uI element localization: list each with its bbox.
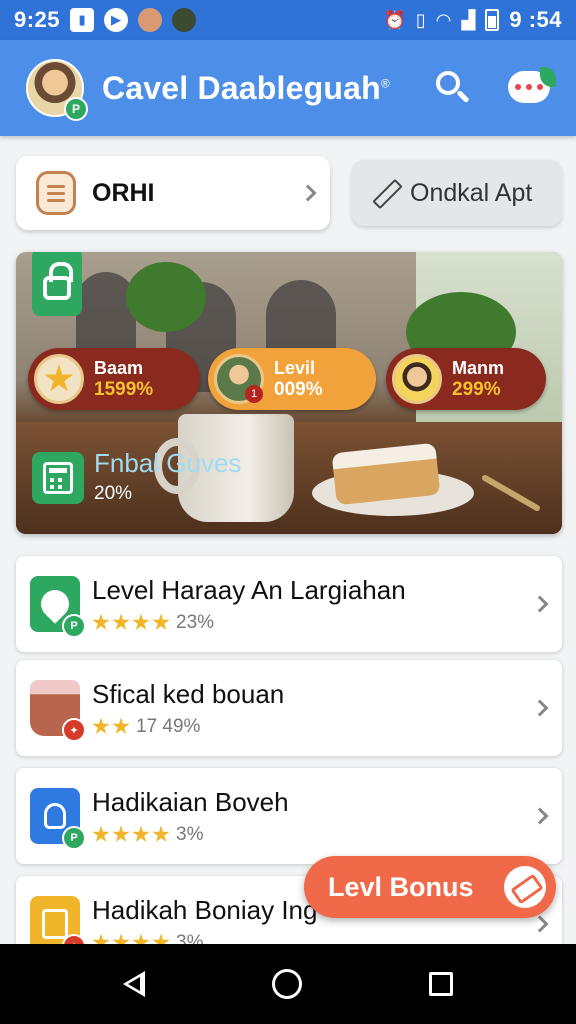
app-title-mark: ®: [380, 75, 390, 90]
orhi-button[interactable]: ORHI: [16, 156, 330, 230]
star-icon: [92, 717, 110, 734]
star-icon: [112, 613, 130, 630]
hero-caption: Fnbal Guves 20%: [94, 448, 241, 505]
hero-banner[interactable]: Baam 1599% 1 Levil 009% Manm 299% Fnbal …: [16, 252, 562, 534]
hero-plant: [126, 262, 206, 332]
signal-icon: ▟: [461, 9, 476, 30]
star-rating: 23%: [92, 612, 406, 634]
vibrate-icon: ▯: [415, 9, 426, 30]
pill-name: Manm: [452, 358, 505, 378]
status-time: 9:25: [14, 7, 61, 32]
ondkal-apt-button[interactable]: Ondkal Apt: [352, 160, 562, 226]
avatar-icon: [172, 8, 197, 32]
actions-row: ORHI Ondkal Apt: [16, 156, 562, 230]
back-icon[interactable]: [123, 971, 146, 997]
status-bar: 9:25 ▮ ▶ ⏰ ▯ ◠ ▟ 9 :54: [0, 0, 576, 40]
star-icon: [112, 825, 130, 842]
item-title: Hadikah Boniay Ing: [92, 894, 318, 925]
item-title: Sfical ked bouan: [92, 678, 285, 709]
star-icon: [112, 717, 130, 734]
notes-icon: [42, 909, 68, 939]
profile-avatar[interactable]: P: [26, 59, 88, 121]
sim-card-icon: ▮: [70, 8, 95, 32]
list-item[interactable]: P Level Haraay An Largiahan 23%: [16, 556, 562, 652]
pill-name: Levil: [274, 358, 316, 378]
avatar-icon: [138, 8, 163, 32]
item-thumbnail: ✦: [30, 680, 86, 742]
status-clock: 9 :54: [509, 7, 562, 32]
app-bar: P Cavel Daableguah®: [0, 40, 576, 136]
item-pct: 17 49%: [136, 715, 201, 737]
lock-icon: [43, 262, 73, 300]
pill-badge: 1: [245, 385, 263, 403]
star-icon: [132, 825, 150, 842]
pill-name: Baam: [94, 358, 144, 378]
home-icon[interactable]: [271, 969, 302, 999]
item-thumbnail: P: [30, 788, 86, 850]
lock-button[interactable]: [32, 252, 82, 316]
battery-icon: [485, 9, 500, 31]
wifi-icon: ◠: [435, 9, 452, 30]
level-bonus-label: Levl Bonus: [328, 871, 474, 902]
hero-pill-baam[interactable]: Baam 1599%: [28, 348, 200, 410]
avatar: [392, 354, 442, 404]
play-icon: ▶: [104, 8, 129, 32]
star-rating: 17 49%: [92, 716, 284, 738]
item-badge: P: [62, 614, 86, 638]
lightbulb-icon: [44, 803, 66, 829]
pill-value: 009%: [274, 379, 323, 400]
level-bonus-button[interactable]: Levl Bonus: [304, 856, 556, 918]
document-icon: [36, 171, 76, 215]
star-icon: [92, 825, 110, 842]
hero-caption-pct: 20%: [94, 483, 133, 504]
calculator-button[interactable]: [32, 452, 84, 504]
pencil-icon: [372, 180, 398, 206]
chevron-right-icon: [531, 699, 549, 717]
hero-caption-title: Fnbal Guves: [94, 448, 242, 478]
avatar-badge: P: [64, 97, 88, 121]
chevron-right-icon: [531, 915, 549, 933]
list-item[interactable]: P Hadikaian Boveh 3%: [16, 768, 562, 864]
item-badge: ✦: [62, 718, 86, 742]
system-nav-bar: [0, 944, 576, 1024]
hero-pill-levil[interactable]: 1 Levil 009%: [208, 348, 376, 410]
app-title: Cavel Daableguah®: [102, 70, 390, 107]
alarm-icon: ⏰: [383, 9, 406, 30]
ondkal-apt-label: Ondkal Apt: [410, 178, 533, 207]
star-rating: 3%: [92, 824, 289, 846]
ticket-icon: [504, 866, 546, 908]
orhi-label: ORHI: [92, 178, 155, 207]
item-badge: P: [62, 826, 86, 850]
item-thumbnail: P: [30, 576, 86, 638]
item-pct: 3%: [176, 823, 204, 845]
calculator-icon: [43, 462, 73, 494]
chevron-right-icon: [531, 595, 549, 613]
star-icon: [152, 825, 170, 842]
chevron-right-icon: [299, 184, 317, 202]
search-icon[interactable]: [432, 68, 472, 108]
app-title-text: Cavel Daableguah: [102, 69, 381, 106]
list-item[interactable]: ✦ Sfical ked bouan 17 49%: [16, 660, 562, 756]
chat-icon[interactable]: [506, 67, 556, 109]
item-title: Hadikaian Boveh: [92, 786, 289, 817]
item-pct: 23%: [176, 611, 215, 633]
hero-pill-manm[interactable]: Manm 299%: [386, 348, 546, 410]
star-icon: [152, 613, 170, 630]
toast: [331, 442, 441, 506]
chevron-right-icon: [531, 807, 549, 825]
avatar: 1: [214, 354, 264, 404]
recent-apps-icon[interactable]: [428, 972, 453, 996]
star-icon: [44, 364, 74, 392]
item-title: Level Haraay An Largiahan: [92, 574, 406, 605]
star-badge: [34, 354, 84, 404]
star-icon: [92, 613, 110, 630]
star-icon: [132, 613, 150, 630]
pill-value: 1599%: [94, 379, 154, 400]
pill-value: 299%: [452, 379, 501, 400]
